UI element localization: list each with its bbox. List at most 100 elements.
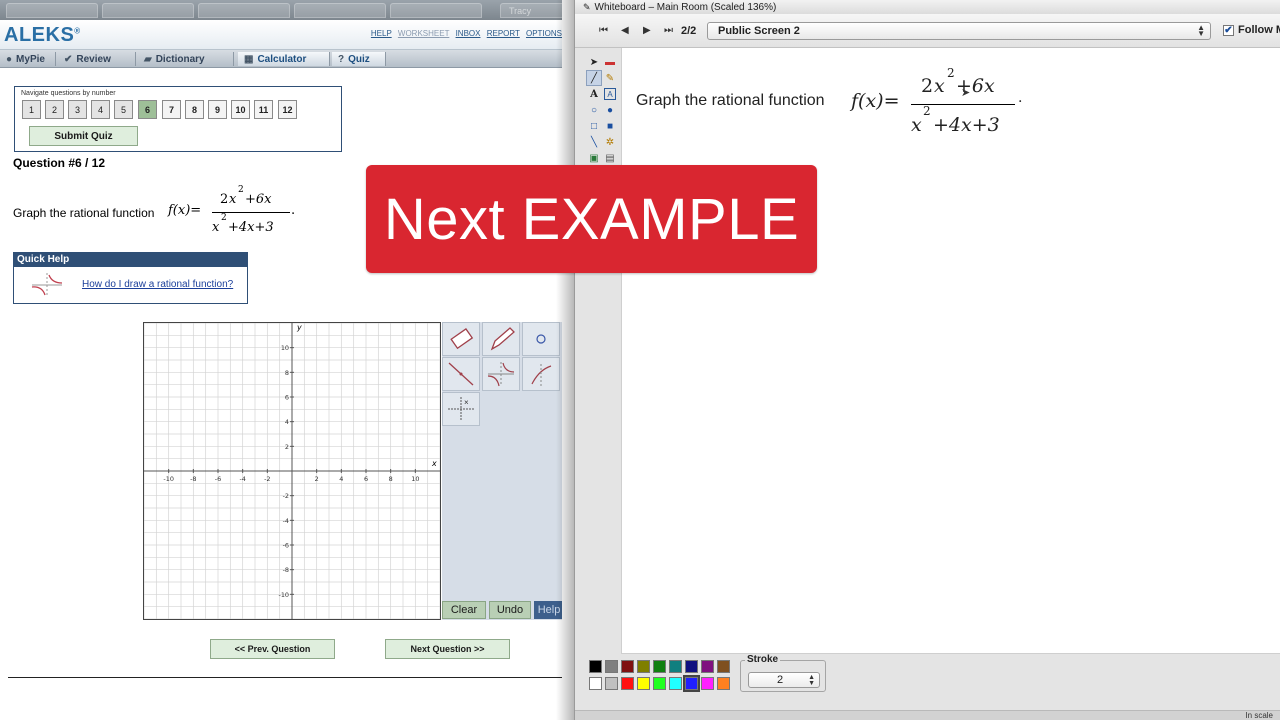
x-tick-label: 6 (364, 475, 368, 483)
image-icon[interactable]: ▣ (586, 150, 602, 166)
browser-tab[interactable]: Tracy (500, 3, 562, 18)
color-swatch[interactable] (605, 677, 618, 690)
color-swatch[interactable] (717, 660, 730, 673)
screen-select[interactable]: Public Screen 2 ▲ ▼ (707, 22, 1211, 40)
color-swatch[interactable] (621, 660, 634, 673)
browser-tab[interactable] (198, 3, 290, 18)
color-swatch[interactable] (621, 677, 634, 690)
aleks-nav-bar: ● MyPie ✔ Review ▰ Dictionary ▦ Calculator ?… (0, 50, 562, 68)
question-number-button[interactable]: 9 (208, 100, 227, 119)
eraser-tool[interactable] (442, 322, 480, 356)
color-swatch[interactable] (669, 677, 682, 690)
select-arrows-icon: ▲ ▼ (1197, 23, 1205, 38)
line-icon[interactable]: ╲ (586, 134, 602, 150)
aleks-header: ALEKS® HELP WORKSHEET INBOX REPORT OPTIO… (0, 20, 562, 50)
whiteboard-title: Whiteboard – Main Room (Scaled 136%) (594, 1, 777, 13)
color-swatch[interactable] (669, 660, 682, 673)
question-number-button[interactable]: 4 (91, 100, 110, 119)
nav-quiz[interactable]: ? Quiz (332, 52, 386, 66)
last-page-icon[interactable]: ⏭ (664, 25, 673, 36)
color-swatch[interactable] (589, 677, 602, 690)
x-tick-label: 2 (315, 475, 319, 483)
color-swatch[interactable] (605, 660, 618, 673)
text-icon[interactable]: A (586, 86, 602, 102)
worksheet-link[interactable]: WORKSHEET (398, 29, 449, 38)
color-swatch[interactable] (701, 660, 714, 673)
prev-page-icon[interactable]: ◀ (621, 25, 629, 36)
circle-filled-icon[interactable]: ● (602, 102, 618, 118)
rational-tool[interactable] (482, 357, 520, 391)
curve-tool[interactable] (522, 357, 560, 391)
question-number-button[interactable]: 2 (45, 100, 64, 119)
screenshot-icon[interactable]: ▤ (602, 150, 618, 166)
y-tick-label: -10 (279, 591, 290, 599)
next-question-button[interactable]: Next Question >> (385, 639, 510, 659)
browser-tab[interactable] (294, 3, 386, 18)
stroke-panel: Stroke 2 ▲ ▼ (740, 654, 826, 692)
question-number-current[interactable]: 6 (138, 100, 157, 119)
whiteboard-title-bar: ✎ Whiteboard – Main Room (Scaled 136%) (575, 0, 1280, 14)
clear-button[interactable]: Clear (442, 601, 486, 619)
undo-button[interactable]: Undo (489, 601, 531, 619)
question-number-button[interactable]: 11 (254, 100, 273, 119)
report-link[interactable]: REPORT (487, 29, 520, 38)
help-link[interactable]: HELP (371, 29, 392, 38)
asymptote-tool[interactable]: × (442, 392, 480, 426)
eraser-icon[interactable]: ▬ (602, 54, 618, 70)
point-tool[interactable] (522, 322, 560, 356)
browser-tab[interactable] (390, 3, 482, 18)
color-swatch[interactable] (637, 677, 650, 690)
graph-grid[interactable]: x y -10 -8 -6 -4 -2 2 4 6 8 10 10 8 6 4 2 -2 -4 -6 -8 -10 (143, 322, 441, 620)
color-swatch[interactable] (685, 660, 698, 673)
question-number-button[interactable]: 5 (114, 100, 133, 119)
follow-checkbox[interactable]: ✔ Follow M (1223, 24, 1280, 36)
pencil-tool[interactable] (482, 322, 520, 356)
text-box-icon[interactable]: A (604, 88, 616, 100)
line-tool[interactable] (442, 357, 480, 391)
nav-review[interactable]: ✔ Review (58, 52, 136, 66)
formula-lhs: f(x)= (851, 90, 900, 112)
rectangle-outline-icon[interactable]: □ (586, 118, 602, 134)
question-number-button[interactable]: 12 (278, 100, 297, 119)
question-number-button[interactable]: 1 (22, 100, 41, 119)
next-page-icon[interactable]: ▶ (643, 25, 651, 36)
denominator-rest: +4x+3 (228, 220, 274, 235)
rectangle-filled-icon[interactable]: ■ (602, 118, 618, 134)
x-tick-label: -8 (190, 475, 196, 483)
color-swatch[interactable] (653, 677, 666, 690)
magic-wand-icon[interactable]: ✲ (602, 134, 618, 150)
whiteboard-canvas[interactable]: Graph the rational function f(x)= 2 x 2 … (621, 48, 1280, 654)
color-swatch[interactable] (653, 660, 666, 673)
first-page-icon[interactable]: ⏮ (599, 25, 608, 36)
question-number-button[interactable]: 8 (185, 100, 204, 119)
y-tick-label: 4 (285, 418, 289, 426)
inbox-link[interactable]: INBOX (456, 29, 481, 38)
question-number-button[interactable]: 10 (231, 100, 250, 119)
nav-mypie[interactable]: ● MyPie (0, 52, 56, 66)
highlighter-icon[interactable]: ✎ (602, 70, 618, 86)
browser-tab[interactable] (102, 3, 194, 18)
pencil-icon (490, 327, 515, 351)
pen-icon[interactable]: ╱ (586, 70, 602, 86)
stroke-width-stepper[interactable]: 2 ▲ ▼ (748, 672, 820, 688)
color-swatch[interactable] (589, 660, 602, 673)
nav-label: Review (76, 53, 111, 65)
select-arrow-icon[interactable]: ➤ (586, 54, 602, 70)
quick-help-link[interactable]: How do I draw a rational function? (82, 279, 233, 290)
pencil-icon: ✎ (583, 1, 591, 12)
color-swatch[interactable] (683, 675, 700, 692)
book-icon: ▰ (144, 53, 152, 65)
nav-calculator[interactable]: ▦ Calculator (238, 52, 330, 66)
nav-dictionary[interactable]: ▰ Dictionary (138, 52, 234, 66)
color-swatch[interactable] (701, 677, 714, 690)
submit-quiz-button[interactable]: Submit Quiz (29, 126, 138, 146)
y-tick-label: 10 (281, 344, 289, 352)
question-number-button[interactable]: 7 (162, 100, 181, 119)
browser-tab[interactable] (6, 3, 98, 18)
mouse-cursor-icon: ➤ (961, 87, 971, 99)
circle-outline-icon[interactable]: ○ (586, 102, 602, 118)
color-swatch[interactable] (637, 660, 650, 673)
prev-question-button[interactable]: << Prev. Question (210, 639, 335, 659)
color-swatch[interactable] (717, 677, 730, 690)
question-number-button[interactable]: 3 (68, 100, 87, 119)
